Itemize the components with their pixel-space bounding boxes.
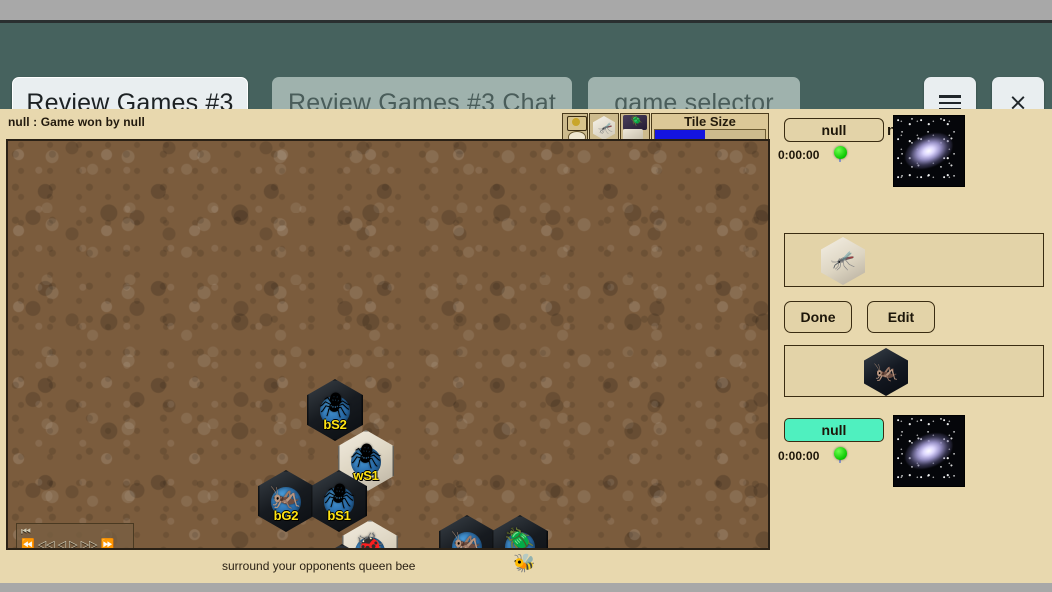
tile-label: bG2 (273, 508, 299, 523)
player-bottom-avatar[interactable] (893, 415, 965, 487)
player-top-avatar[interactable] (893, 115, 965, 187)
playback-button-step-2[interactable]: ◁ (58, 539, 66, 548)
game-status-text: null : Game won by null (8, 115, 145, 129)
app-root: Review Games #3 Review Games #3 Chat gam… (0, 0, 1052, 592)
player-bottom-name-plate[interactable]: null (784, 418, 884, 442)
edit-label: Edit (887, 309, 915, 325)
tray-bottom-tile-bug-icon: 🦗 (873, 359, 899, 384)
playback-button-step-1[interactable]: ◁◁ (38, 539, 55, 548)
player-bottom-name: null (821, 422, 847, 438)
tray-top[interactable]: 🦟 (784, 233, 1044, 287)
tray-bottom[interactable]: 🦗 (784, 345, 1044, 397)
player-top-name-plate[interactable]: null (784, 118, 884, 142)
edit-button[interactable]: Edit (867, 301, 935, 333)
window-top-bar (0, 0, 1052, 20)
done-label: Done (800, 309, 836, 325)
game-area: null : Game won by null 🦟 🪲 Tile Size 🕷 (0, 109, 1052, 583)
player-bottom-timer: 0:00:00 (778, 449, 820, 463)
playback-controls[interactable]: ⏮ ⏪◁◁◁▷▷▷⏩ 52 ▶ (16, 523, 134, 548)
player-top-name: null (821, 122, 847, 138)
playback-button-step-5[interactable]: ⏩ (100, 539, 114, 548)
tray-bottom-tile[interactable]: 🦗 (864, 348, 908, 396)
playback-button-step-3[interactable]: ▷ (69, 539, 77, 548)
tile-label: bS1 (327, 508, 351, 523)
app-header: Review Games #3 Review Games #3 Chat gam… (0, 23, 1052, 129)
hint-text: surround your opponents queen bee (222, 559, 416, 573)
player-top-status-dot (834, 146, 847, 159)
done-button[interactable]: Done (784, 301, 852, 333)
playback-button-first-0[interactable]: ⏮ (21, 526, 31, 537)
tile-size-fill (655, 130, 705, 139)
playback-row-first: ⏮ (17, 524, 133, 537)
playback-button-step-0[interactable]: ⏪ (21, 539, 35, 548)
window-bottom-bar (0, 583, 1052, 592)
game-board[interactable]: 🕷bS2🕷wS1🦗bG2🕷bS1🐞L1🪲wB2🪲bB1🦗wG2🦗bG1🪲bB2🦟… (6, 139, 770, 550)
player-top-timer: 0:00:00 (778, 148, 820, 162)
player-bottom-status-dot (834, 447, 847, 460)
tray-top-tile[interactable]: 🦟 (821, 237, 865, 285)
playback-button-step-4[interactable]: ▷▷ (81, 539, 98, 548)
tile-size-label: Tile Size (684, 114, 736, 129)
queen-bee-icon: 🐝 (513, 553, 536, 574)
tile-label: bS2 (323, 417, 347, 432)
board-texture-overlay (8, 141, 768, 548)
right-sidebar: null n 0:00:00 🦟 Done Edit 🦗 null 0:00:0… (770, 109, 1052, 583)
playback-row-steps: ⏪ ◁◁ ◁ ▷ ▷▷ ⏩ (17, 537, 133, 548)
tray-top-tile-bug-icon: 🦟 (830, 248, 856, 273)
